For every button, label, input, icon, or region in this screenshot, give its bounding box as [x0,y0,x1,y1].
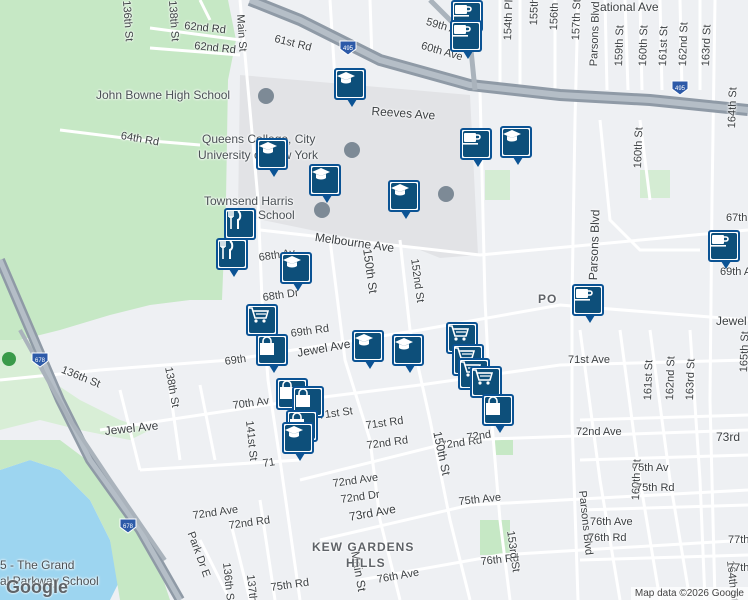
map-marker[interactable] [256,334,288,373]
map-marker[interactable] [224,208,256,247]
map-marker[interactable] [256,138,288,177]
school-badge-icon [344,142,360,158]
map-marker[interactable] [460,128,492,167]
green-patch [640,170,670,198]
school-icon [355,333,381,359]
school-icon [283,255,309,281]
school-badge-icon [314,202,330,218]
i495-shield: 495 [671,80,689,96]
green-patch [485,170,510,200]
map-marker[interactable] [216,238,248,277]
shopping-bag-icon [485,396,511,423]
school-icon [503,129,529,155]
svg-text:678: 678 [123,524,134,530]
map-marker[interactable] [334,68,366,107]
cafe-icon [575,287,601,313]
google-logo: Google [6,577,68,597]
school-icon [337,71,363,97]
i678-shield: 678 [31,352,49,368]
i678-shield: 678 [119,518,137,534]
school-icon [312,167,338,193]
map-marker[interactable] [280,252,312,291]
map-marker[interactable] [246,304,278,343]
map-marker[interactable] [388,180,420,219]
svg-text:495: 495 [343,46,354,52]
map-marker[interactable] [282,422,314,461]
map-marker[interactable] [352,330,384,369]
map-attribution[interactable]: Map data ©2026 Google [630,587,748,600]
school-icon [259,141,285,167]
school-icon [395,337,421,363]
cafe-icon [711,233,737,259]
map-marker[interactable] [309,164,341,203]
restaurant-icon [219,240,245,267]
i495-shield: 495 [339,40,357,56]
map-marker[interactable] [708,230,740,269]
map-canvas[interactable]: 495 495 678 678 Main St 136th St 138th S… [0,0,748,600]
map-marker[interactable] [482,394,514,433]
svg-text:495: 495 [675,86,686,92]
shopping-bag-icon [259,336,285,363]
map-marker[interactable] [392,334,424,373]
cafe-icon [463,131,489,157]
green-patch [495,440,513,455]
school-badge-icon [258,88,274,104]
map-marker[interactable] [500,126,532,165]
map-marker[interactable] [450,20,482,59]
park-tree-icon [2,352,16,366]
shopping-cart-icon [473,369,499,395]
map-base-layer [0,0,748,600]
restaurant-icon [227,210,253,237]
shopping-cart-icon [249,307,275,333]
school-icon [391,183,417,209]
svg-text:678: 678 [35,358,46,364]
cafe-icon [453,23,479,49]
school-badge-icon [438,186,454,202]
map-marker[interactable] [572,284,604,323]
green-patch [480,520,510,555]
school-icon [285,425,311,451]
